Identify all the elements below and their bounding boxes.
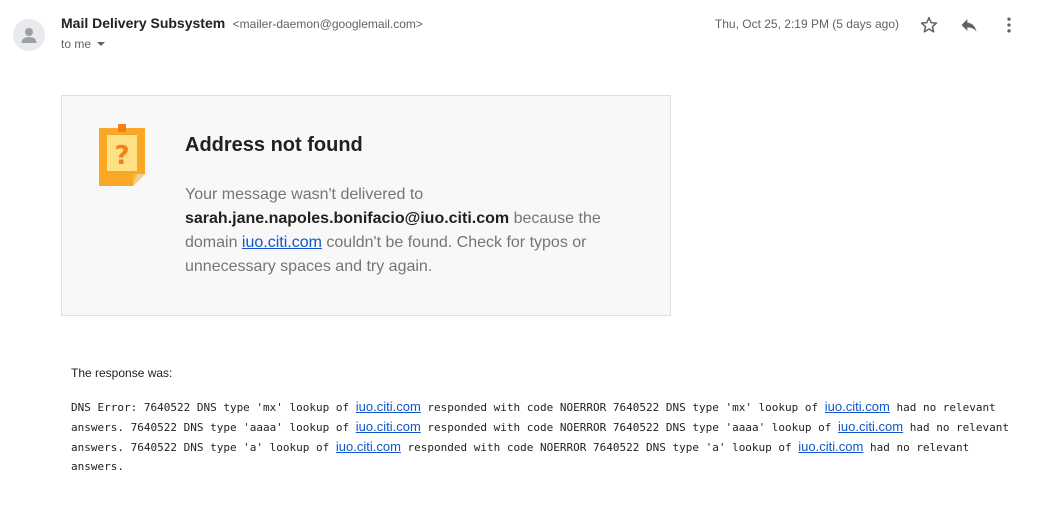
star-icon [920,16,938,33]
domain-link[interactable]: iuo.citi.com [336,439,401,454]
sender: Mail Delivery Subsystem <mailer-daemon@g… [61,15,423,33]
question-note-icon: ? [97,124,147,188]
dns-text-segment: responded with code NOERROR 7640522 DNS … [400,441,799,454]
dns-text-segment: DNS Error: 7640522 DNS type 'mx' lookup … [71,401,356,414]
chevron-down-icon[interactable] [97,42,106,46]
notice-body: Your message wasn't delivered to sarah.j… [185,183,655,279]
domain-link[interactable]: iuo.citi.com [838,419,903,434]
response-label: The response was: [71,366,173,380]
sender-name[interactable]: Mail Delivery Subsystem [61,15,225,31]
sender-email: <mailer-daemon@googlemail.com> [232,17,423,31]
message-header: Mail Delivery Subsystem <mailer-daemon@g… [0,0,1040,60]
domain-link[interactable]: iuo.citi.com [242,234,322,251]
more-vert-icon [1007,17,1011,33]
reply-icon [961,19,977,32]
dns-error-text: DNS Error: 7640522 DNS type 'mx' lookup … [71,397,1011,476]
dns-text-segment: responded with code NOERROR 7640522 DNS … [420,401,825,414]
domain-link[interactable]: iuo.citi.com [356,399,421,414]
notice-text: Your message wasn't delivered to [185,186,424,203]
recipient-address: sarah.jane.napoles.bonifacio@iuo.citi.co… [185,210,510,227]
to-label: to me [61,37,92,51]
star-button[interactable] [917,13,941,37]
recipient-details-toggle[interactable]: to me [61,37,106,51]
dns-text-segment: responded with code NOERROR 7640522 DNS … [420,421,839,434]
person-icon[interactable] [13,19,45,51]
svg-text:?: ? [114,141,129,171]
domain-link[interactable]: iuo.citi.com [798,439,863,454]
notice-title: Address not found [185,134,363,156]
domain-link[interactable]: iuo.citi.com [356,419,421,434]
reply-button[interactable] [957,13,981,37]
message-date: Thu, Oct 25, 2:19 PM (5 days ago) [714,17,899,31]
domain-link[interactable]: iuo.citi.com [825,399,890,414]
more-options-button[interactable] [997,13,1021,37]
bounce-notice-card: ? Address not found Your message wasn't … [61,95,671,316]
